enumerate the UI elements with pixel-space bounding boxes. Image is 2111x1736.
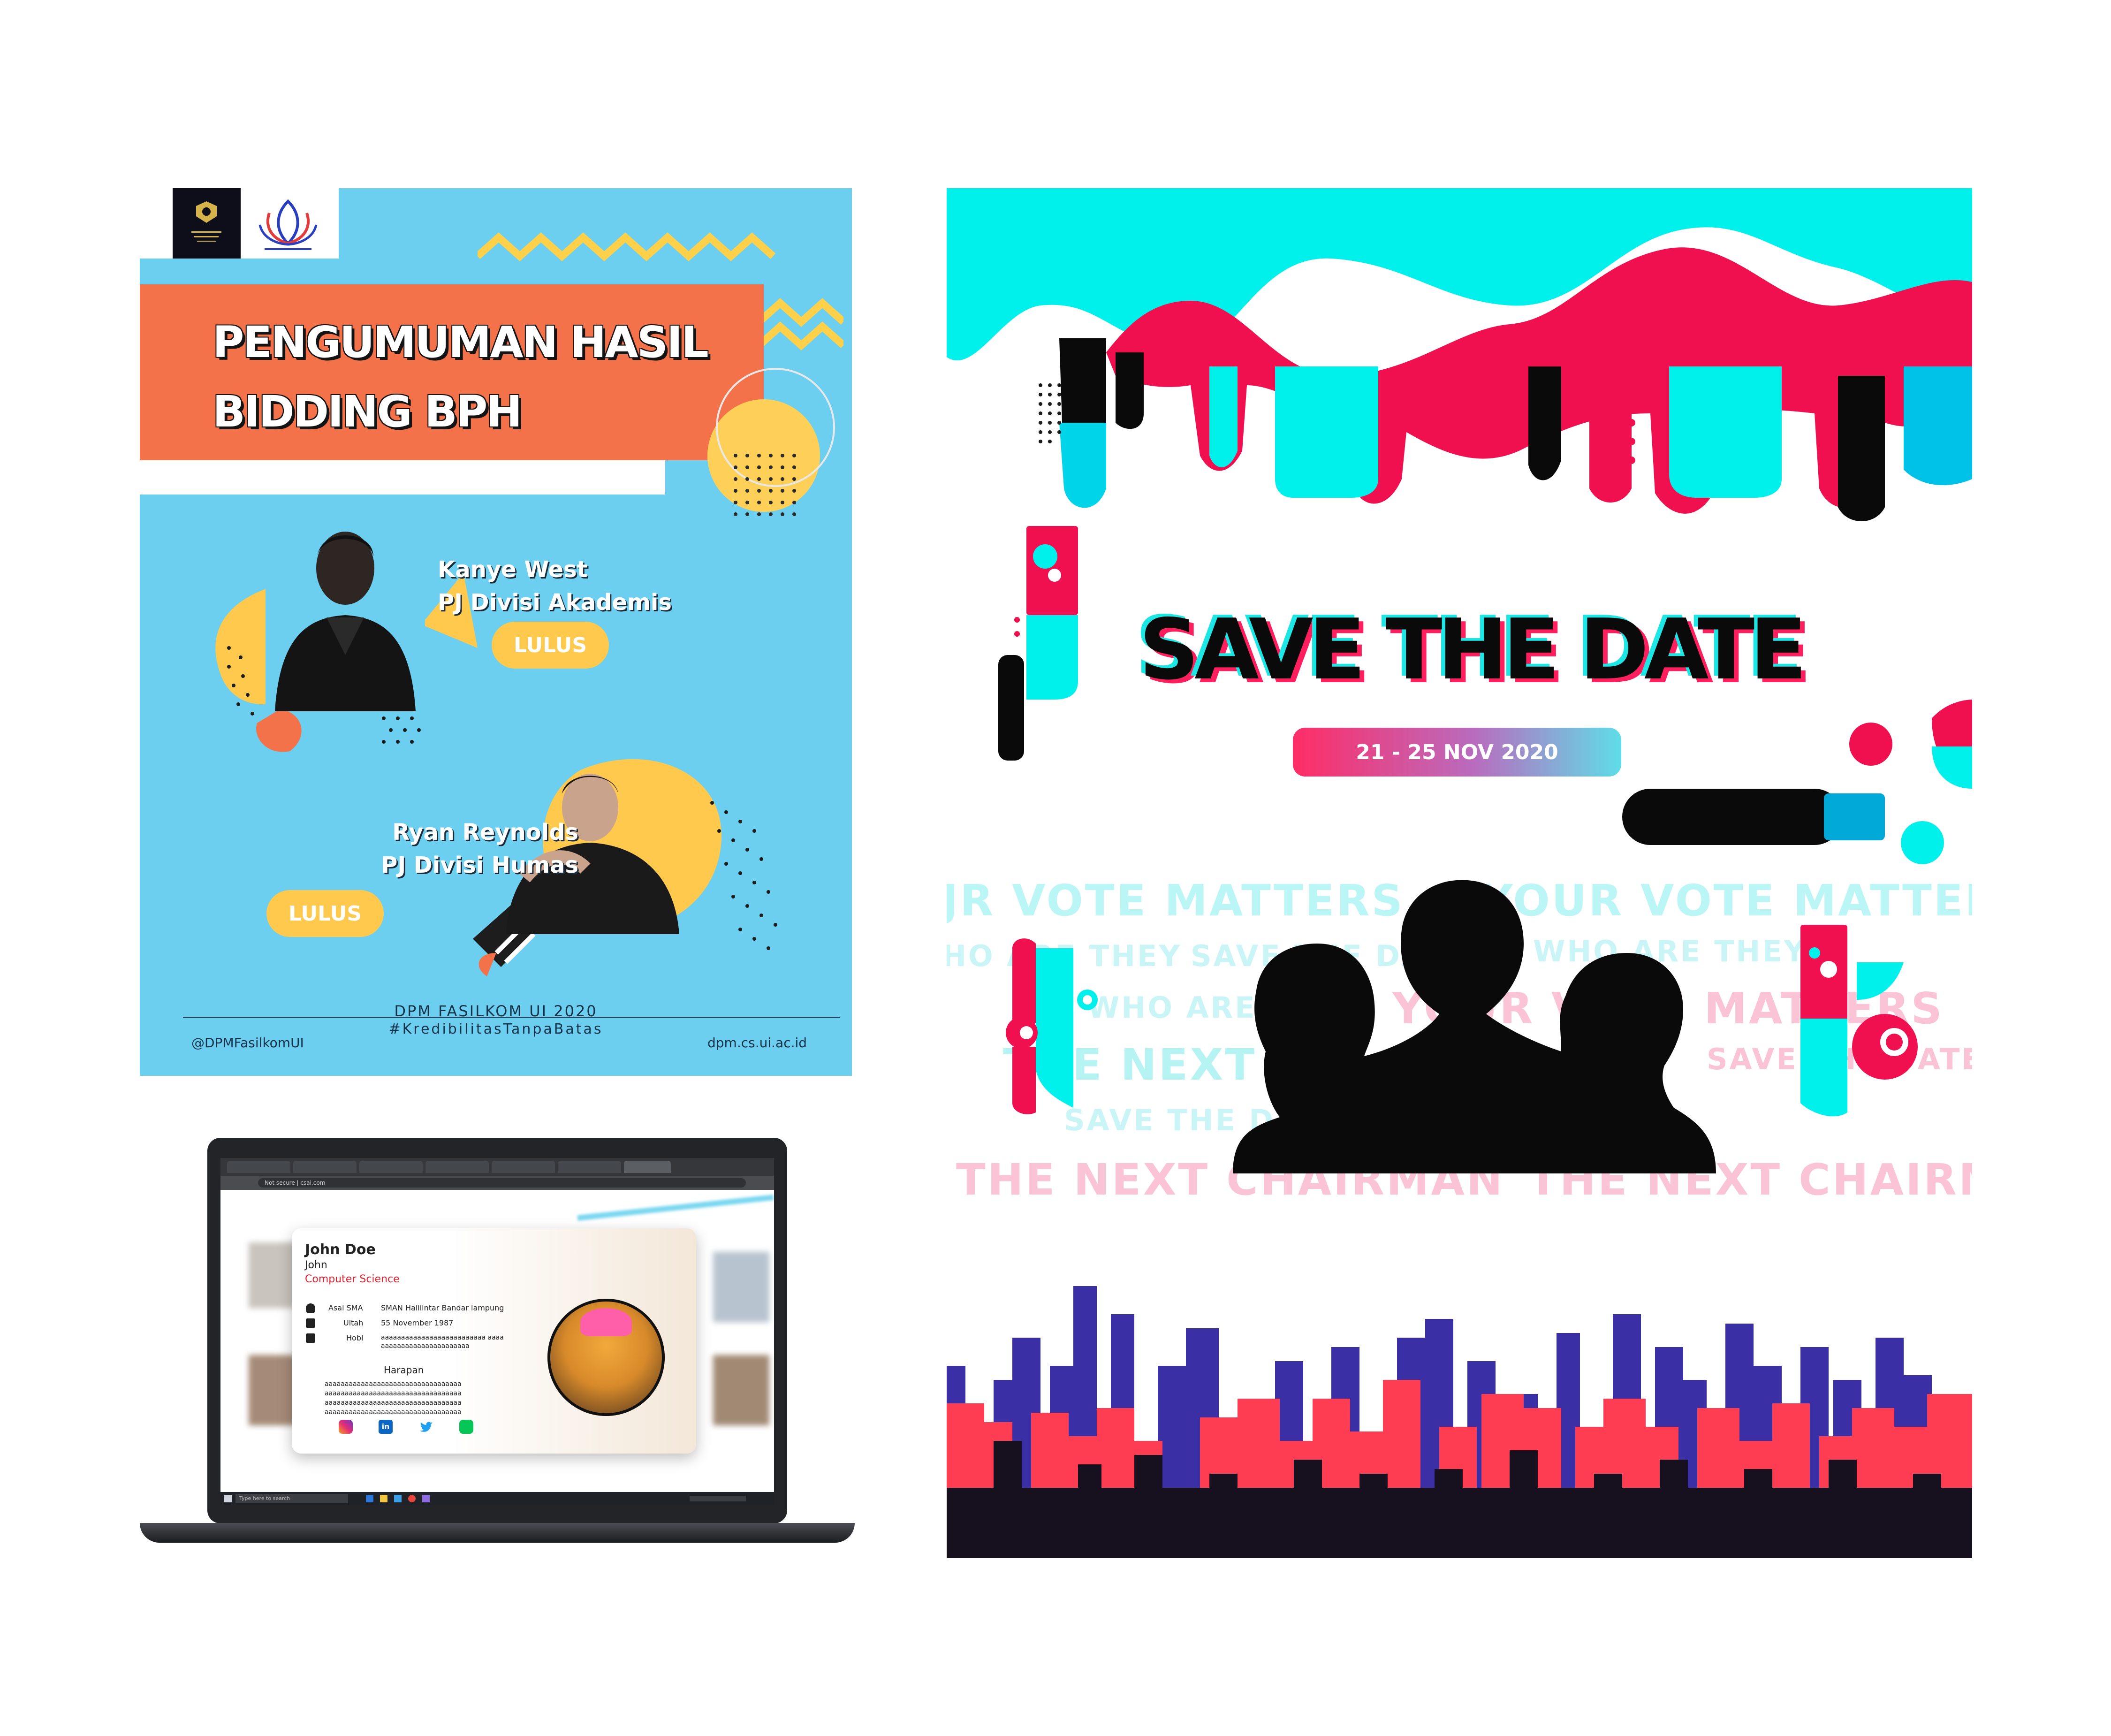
browser-tab[interactable] <box>492 1161 555 1173</box>
field-label-birthday: Ultah <box>343 1318 364 1327</box>
field-value-birthday: 55 November 1987 <box>381 1318 454 1327</box>
taskbar-app-icon[interactable] <box>366 1495 373 1502</box>
field-label-school: Asal SMA <box>328 1303 363 1312</box>
linkedin-icon[interactable]: in <box>379 1420 393 1434</box>
white-strip <box>140 460 665 495</box>
headline-line-2: BIDDING BPH <box>213 387 522 437</box>
card-name: John Doe <box>305 1241 376 1258</box>
windows-taskbar: Type here to search <box>220 1492 774 1505</box>
left-mid-shapes <box>1006 938 1098 1114</box>
wave-header <box>947 188 1972 521</box>
blurred-thumbnail <box>713 1252 769 1322</box>
card-major: Computer Science <box>305 1273 400 1285</box>
browser-tab[interactable] <box>227 1161 290 1173</box>
right-mid-shapes <box>1800 925 1918 1117</box>
folder-icon[interactable] <box>380 1495 387 1502</box>
person-1-status-badge: LULUS <box>492 622 609 669</box>
ui-logo <box>173 188 241 259</box>
taskbar-search-input[interactable]: Type here to search <box>235 1494 348 1503</box>
vscode-icon[interactable] <box>394 1495 402 1502</box>
url-field[interactable]: Not secure | csai.com <box>258 1178 746 1188</box>
footer-handle: @DPMFasilkomUI <box>191 1035 304 1051</box>
right-shapes <box>1622 700 1972 864</box>
browser-tab-bar <box>220 1158 774 1176</box>
browser-tab[interactable] <box>293 1161 357 1173</box>
browser-tab[interactable] <box>558 1161 621 1173</box>
browser-tab[interactable] <box>359 1161 423 1173</box>
save-the-date-banner: SAVE THE DATE 21 - 25 NOV 2020 JR VOTE M… <box>947 188 1972 1558</box>
laptop-base <box>140 1523 855 1543</box>
harapan-line: aaaaaaaaaaaaaaaaaaaaaaaaaaaaaaaaaa <box>325 1380 462 1388</box>
profile-avatar <box>547 1299 665 1416</box>
person-1-photo <box>266 524 425 711</box>
browser-address-bar: Not secure | csai.com <box>220 1176 774 1190</box>
card-nickname: John <box>305 1259 327 1271</box>
circle-dots-decoration <box>707 368 835 516</box>
school-icon <box>306 1303 315 1313</box>
hobby-icon <box>306 1333 315 1343</box>
harapan-line: aaaaaaaaaaaaaaaaaaaaaaaaaaaaaaaaaa <box>325 1399 462 1407</box>
blurred-thumbnail <box>713 1355 769 1425</box>
harapan-line: aaaaaaaaaaaaaaaaaaaaaaaaaaaaaaaaaa <box>325 1409 462 1416</box>
taskbar-app-icon[interactable] <box>422 1495 430 1502</box>
poster-headline: PENGUMUMAN HASIL BIDDING BPH <box>213 308 709 447</box>
footer-org: DPM FASILKOM UI 2020 <box>394 1002 598 1020</box>
dpm-lotus-icon <box>258 199 318 250</box>
footer-website: dpm.cs.ui.ac.id <box>707 1035 807 1051</box>
event-date-pill: 21 - 25 NOV 2020 <box>1293 728 1621 777</box>
harapan-line: aaaaaaaaaaaaaaaaaaaaaaaaaaaaaaaaaa <box>325 1390 462 1397</box>
person-2-name-block: Ryan Reynolds PJ Divisi Humas <box>255 816 578 882</box>
profile-card: John Doe John Computer Science Asal SMA … <box>292 1228 696 1454</box>
system-tray <box>690 1496 746 1501</box>
field-value-hobby: aaaaaaaaaaaaaaaaaaaaaaaaaa aaaaaaaaaaaaa… <box>381 1334 504 1350</box>
field-value-school: SMAN Halilintar Bandar lampung <box>381 1303 504 1312</box>
avatar-hair <box>580 1308 632 1336</box>
candidates-silhouette <box>1233 880 1716 1173</box>
announcement-poster: PENGUMUMAN HASIL BIDDING BPH Kanye West … <box>140 188 852 1076</box>
cake-icon <box>306 1318 315 1328</box>
person-1-name-block: Kanye West PJ Divisi Akademis <box>438 553 672 619</box>
accent-streak <box>577 1195 774 1221</box>
city-skyline <box>947 1286 1972 1558</box>
headline-line-1: PENGUMUMAN HASIL <box>213 317 709 367</box>
chrome-icon[interactable] <box>408 1495 416 1502</box>
instagram-icon[interactable] <box>339 1420 353 1434</box>
person-1-role: PJ Divisi Akademis <box>438 589 672 616</box>
harapan-text: aaaaaaaaaaaaaaaaaaaaaaaaaaaaaaaaaa aaaaa… <box>325 1379 462 1417</box>
active-browser-tab[interactable] <box>624 1161 671 1173</box>
line-icon[interactable] <box>459 1420 473 1434</box>
twitter-bird-icon <box>420 1422 433 1432</box>
field-label-hobby: Hobi <box>346 1333 364 1342</box>
person-2-role: PJ Divisi Humas <box>381 852 578 878</box>
dpm-logo <box>251 192 326 255</box>
ui-crest-icon <box>191 201 221 242</box>
windows-start-icon[interactable] <box>224 1495 232 1502</box>
person-2-name: Ryan Reynolds <box>392 819 578 845</box>
laptop-screen: Not secure | csai.com John Doe John Comp… <box>220 1158 774 1505</box>
browser-tab[interactable] <box>425 1161 489 1173</box>
twitter-icon[interactable] <box>419 1420 433 1434</box>
person-2-status-badge: LULUS <box>266 890 384 937</box>
harapan-label: Harapan <box>384 1364 424 1376</box>
person-1-name: Kanye West <box>438 556 588 583</box>
left-shapes <box>998 526 1078 761</box>
